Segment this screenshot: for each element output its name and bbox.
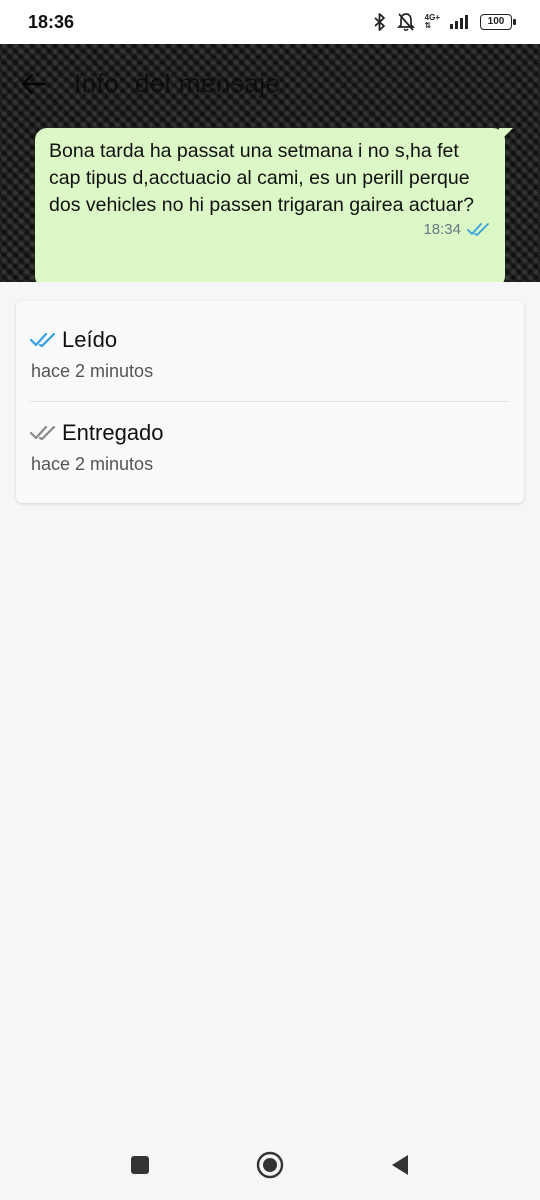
delivered-time: hace 2 minutos	[31, 454, 154, 474]
status-time: 18:36	[28, 11, 75, 32]
read-label: Leído	[62, 327, 118, 352]
delivered-receipt-row: Entregado hace 2 minutos	[30, 420, 510, 475]
receipts-card: Leído hace 2 minutos Entregado hace 2 mi…	[16, 301, 524, 503]
message-text: Bona tarda ha passat una setmana i no s,…	[49, 140, 474, 216]
arrow-back-icon	[21, 73, 47, 95]
network-type: 4G+ ⇅	[424, 13, 440, 30]
battery-icon: 100	[480, 14, 516, 30]
message-bubble[interactable]: Bona tarda ha passat una setmana i no s,…	[35, 128, 513, 282]
message-info-header: Info. del mensaje Bona tarda ha passat u…	[0, 44, 540, 282]
read-time: hace 2 minutos	[31, 361, 154, 381]
notifications-off-icon	[396, 13, 415, 32]
back-triangle-icon	[392, 1155, 408, 1175]
home-circle-icon	[256, 1151, 284, 1179]
double-check-grey-icon	[30, 425, 56, 441]
status-bar: 18:36 4G+ ⇅ 100	[0, 0, 540, 44]
delivered-label: Entregado	[62, 420, 164, 445]
recents-button[interactable]	[123, 1148, 157, 1182]
double-check-blue-icon	[30, 332, 56, 348]
back-button[interactable]	[16, 66, 52, 102]
navigation-bar	[0, 1130, 540, 1200]
status-icons: 4G+ ⇅ 100	[373, 12, 516, 32]
double-check-read-icon	[467, 222, 489, 236]
divider	[30, 401, 510, 402]
page-title: Info. del mensaje	[74, 68, 281, 98]
message-time: 18:34	[423, 221, 461, 238]
read-receipt-row: Leído hace 2 minutos	[30, 327, 510, 382]
data-arrows-icon: ⇅	[424, 21, 432, 30]
home-button[interactable]	[253, 1148, 287, 1182]
message-meta: 18:34	[49, 221, 489, 238]
recents-square-icon	[131, 1156, 149, 1174]
nav-back-button[interactable]	[383, 1148, 417, 1182]
signal-icon	[450, 15, 468, 29]
bluetooth-icon	[374, 13, 385, 31]
